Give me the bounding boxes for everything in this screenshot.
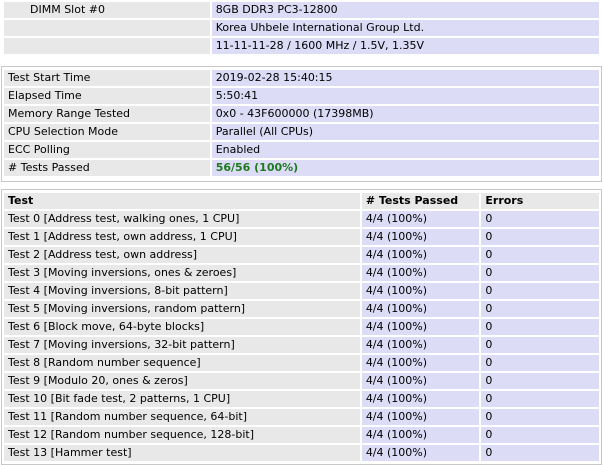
summary-row: ECC Polling Enabled [4,142,599,158]
test-name-cell: Test 0 [Address test, walking ones, 1 CP… [4,211,360,227]
test-name-cell: Test 2 [Address test, own address] [4,247,360,263]
tests-passed-cell: 4/4 (100%) [361,229,480,245]
summary-value: 2019-02-28 15:40:15 [211,70,599,86]
summary-value: Enabled [211,142,599,158]
tests-passed-cell: 4/4 (100%) [361,283,480,299]
dimm-manufacturer: Korea Uhbele International Group Ltd. [211,20,599,36]
errors-cell: 0 [481,229,599,245]
table-row: Test 5 [Moving inversions, random patter… [4,301,599,317]
tests-passed-cell: 4/4 (100%) [361,337,480,353]
dimm-timings: 11-11-11-28 / 1600 MHz / 1.5V, 1.35V [211,38,599,54]
test-name-cell: Test 8 [Random number sequence] [4,355,360,371]
summary-value: 0x0 - 43F600000 (17398MB) [211,106,599,122]
errors-cell: 0 [481,319,599,335]
tests-passed-cell: 4/4 (100%) [361,319,480,335]
summary-row: Test Start Time 2019-02-28 15:40:15 [4,70,599,86]
table-row: Test 2 [Address test, own address] 4/4 (1… [4,247,599,263]
summary-value: Parallel (All CPUs) [211,124,599,140]
test-name-cell: Test 6 [Block move, 64-byte blocks] [4,319,360,335]
table-row: Test 9 [Modulo 20, ones & zeros] 4/4 (100… [4,373,599,389]
test-name-cell: Test 12 [Random number sequence, 128-bit… [4,427,360,443]
test-name-cell: Test 4 [Moving inversions, 8-bit pattern… [4,283,360,299]
summary-label: CPU Selection Mode [4,124,210,140]
errors-cell: 0 [481,265,599,281]
test-name-cell: Test 1 [Address test, own address, 1 CPU… [4,229,360,245]
errors-cell: 0 [481,337,599,353]
test-name-cell: Test 7 [Moving inversions, 32-bit patter… [4,337,360,353]
errors-cell: 0 [481,247,599,263]
tests-passed-cell: 4/4 (100%) [361,409,480,425]
summary-row: Memory Range Tested 0x0 - 43F600000 (173… [4,106,599,122]
summary-row: # Tests Passed 56/56 (100%) [4,160,599,176]
test-name-cell: Test 9 [Modulo 20, ones & zeros] [4,373,360,389]
errors-cell: 0 [481,373,599,389]
test-name-cell: Test 3 [Moving inversions, ones & zeroes… [4,265,360,281]
table-row: Test 11 [Random number sequence, 64-bit]… [4,409,599,425]
tests-passed-cell: 4/4 (100%) [361,301,480,317]
errors-cell: 0 [481,427,599,443]
tests-passed-cell: 4/4 (100%) [361,247,480,263]
errors-cell: 0 [481,283,599,299]
dimm-row: Korea Uhbele International Group Ltd. [4,20,599,36]
results-header-row: Test # Tests Passed Errors [4,193,599,209]
summary-value: 5:50:41 [211,88,599,104]
column-header-errors: Errors [481,193,599,209]
tests-passed-cell: 4/4 (100%) [361,355,480,371]
summary-label: Memory Range Tested [4,106,210,122]
errors-cell: 0 [481,445,599,461]
errors-cell: 0 [481,391,599,407]
table-row: Test 3 [Moving inversions, ones & zeroes… [4,265,599,281]
column-header-test: Test [4,193,360,209]
summary-label: Test Start Time [4,70,210,86]
table-row: Test 10 [Bit fade test, 2 patterns, 1 CP… [4,391,599,407]
errors-cell: 0 [481,355,599,371]
test-name-cell: Test 11 [Random number sequence, 64-bit] [4,409,360,425]
tests-passed-cell: 4/4 (100%) [361,391,480,407]
dimm-row: 11-11-11-28 / 1600 MHz / 1.5V, 1.35V [4,38,599,54]
dimm-module-size: 8GB DDR3 PC3-12800 [211,2,599,18]
test-name-cell: Test 5 [Moving inversions, random patter… [4,301,360,317]
errors-cell: 0 [481,211,599,227]
dimm-slot-label: DIMM Slot #0 [4,2,210,18]
summary-row: CPU Selection Mode Parallel (All CPUs) [4,124,599,140]
table-row: Test 0 [Address test, walking ones, 1 CP… [4,211,599,227]
summary-table: Test Start Time 2019-02-28 15:40:15 Elap… [2,68,601,178]
table-row: Test 8 [Random number sequence] 4/4 (100%… [4,355,599,371]
dimm-row: DIMM Slot #0 8GB DDR3 PC3-12800 [4,2,599,18]
tests-passed-cell: 4/4 (100%) [361,373,480,389]
dimm-blank-cell [4,38,210,54]
table-row: Test 12 [Random number sequence, 128-bit… [4,427,599,443]
tests-passed-cell: 4/4 (100%) [361,427,480,443]
tests-passed-cell: 4/4 (100%) [361,265,480,281]
test-results-table: Test # Tests Passed Errors Test 0 [Addre… [2,191,601,463]
tests-passed-cell: 4/4 (100%) [361,445,480,461]
errors-cell: 0 [481,409,599,425]
test-name-cell: Test 10 [Bit fade test, 2 patterns, 1 CP… [4,391,360,407]
summary-label: ECC Polling [4,142,210,158]
table-row: Test 6 [Block move, 64-byte blocks] 4/4 (… [4,319,599,335]
dimm-info-table: DIMM Slot #0 8GB DDR3 PC3-12800 Korea Uh… [2,0,601,56]
tests-passed-cell: 4/4 (100%) [361,211,480,227]
table-row: Test 4 [Moving inversions, 8-bit pattern… [4,283,599,299]
dimm-blank-cell [4,20,210,36]
table-row: Test 7 [Moving inversions, 32-bit patter… [4,337,599,353]
column-header-tests-passed: # Tests Passed [361,193,480,209]
summary-label: # Tests Passed [4,160,210,176]
test-name-cell: Test 13 [Hammer test] [4,445,360,461]
errors-cell: 0 [481,301,599,317]
summary-label: Elapsed Time [4,88,210,104]
table-row: Test 13 [Hammer test] 4/4 (100%) 0 [4,445,599,461]
summary-row: Elapsed Time 5:50:41 [4,88,599,104]
table-row: Test 1 [Address test, own address, 1 CPU… [4,229,599,245]
tests-passed-value: 56/56 (100%) [211,160,599,176]
